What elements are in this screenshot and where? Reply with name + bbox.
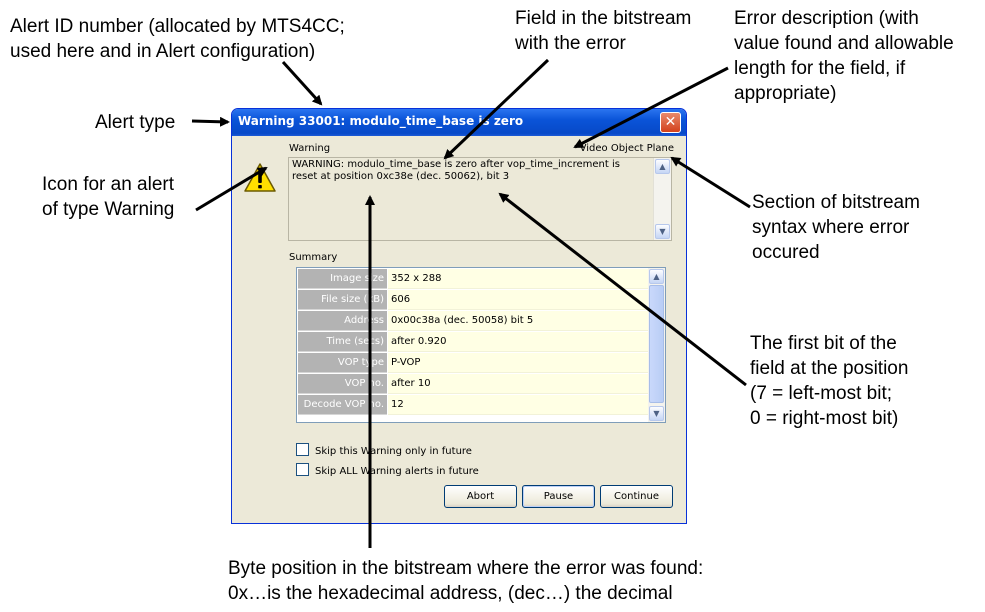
row-value: 352 x 288: [388, 269, 648, 289]
callout-byte-position: Byte position in the bitstream where the…: [228, 558, 704, 604]
pause-button[interactable]: Pause: [522, 485, 595, 508]
row-value: 606: [388, 290, 648, 310]
arrow-alert-id: [281, 60, 323, 106]
callout-alert-type: Alert type: [95, 112, 176, 133]
dialog-title: Warning 33001: modulo_time_base is zero: [238, 114, 524, 128]
table-row: VOP type P-VOP: [298, 353, 648, 374]
row-value: 12: [388, 395, 648, 415]
message-scrollbar[interactable]: ▲ ▼: [653, 158, 671, 240]
scrollbar-thumb[interactable]: [649, 285, 664, 403]
summary-table[interactable]: Image size 352 x 288 File size (kB) 606 …: [296, 267, 666, 423]
alert-type-label: Warning: [289, 143, 331, 154]
row-key: VOP type: [298, 353, 387, 373]
row-value: 0x00c38a (dec. 50058) bit 5: [388, 311, 648, 331]
warning-dialog: Warning 33001: modulo_time_base is zero …: [231, 108, 687, 524]
table-row: Address 0x00c38a (dec. 50058) bit 5: [298, 311, 648, 332]
table-row: Decode VOP no. 12: [298, 395, 648, 416]
callout-field: Field in the bitstream with the error: [515, 8, 692, 54]
skip-all-label: Skip ALL Warning alerts in future: [315, 466, 479, 477]
chevron-down-icon[interactable]: ▼: [649, 406, 664, 421]
continue-button[interactable]: Continue: [600, 485, 673, 508]
syntax-section-label: Video Object Plane: [579, 143, 674, 154]
checkbox-box[interactable]: [296, 443, 309, 456]
row-value: after 0.920: [388, 332, 648, 352]
checkbox-box[interactable]: [296, 463, 309, 476]
skip-this-checkbox[interactable]: Skip this Warning only in future: [296, 443, 472, 457]
summary-label: Summary: [289, 252, 338, 263]
warning-triangle-icon: [244, 163, 276, 192]
row-key: Address: [298, 311, 387, 331]
chevron-down-icon[interactable]: ▼: [655, 224, 670, 239]
row-key: Time (secs): [298, 332, 387, 352]
callout-alert-id: Alert ID number (allocated by MTS4CC; us…: [10, 16, 345, 62]
skip-this-label: Skip this Warning only in future: [315, 446, 472, 457]
chevron-up-icon[interactable]: ▲: [655, 159, 670, 174]
abort-button[interactable]: Abort: [444, 485, 517, 508]
row-key: VOP no.: [298, 374, 387, 394]
skip-all-checkbox[interactable]: Skip ALL Warning alerts in future: [296, 463, 479, 477]
row-key: Image size: [298, 269, 387, 289]
table-row: Time (secs) after 0.920: [298, 332, 648, 353]
error-message: WARNING: modulo_time_base is zero after …: [292, 159, 620, 182]
callout-first-bit: The first bit of the field at the positi…: [750, 333, 909, 429]
callout-warning-icon: Icon for an alert of type Warning: [42, 174, 175, 220]
row-value: after 10: [388, 374, 648, 394]
row-key: File size (kB): [298, 290, 387, 310]
title-bar[interactable]: Warning 33001: modulo_time_base is zero …: [232, 109, 686, 136]
table-row: Image size 352 x 288: [298, 269, 648, 290]
summary-scrollbar[interactable]: ▲ ▼: [648, 268, 665, 422]
table-row: File size (kB) 606: [298, 290, 648, 311]
close-icon[interactable]: ✕: [660, 112, 681, 133]
row-value: P-VOP: [388, 353, 648, 373]
table-row: VOP no. after 10: [298, 374, 648, 395]
row-key: Decode VOP no.: [298, 395, 387, 415]
callout-error-description: Error description (with value found and …: [734, 8, 954, 104]
chevron-up-icon[interactable]: ▲: [649, 269, 664, 284]
arrow-alert-type: [191, 116, 230, 127]
callout-section: Section of bitstream syntax where error …: [752, 192, 920, 263]
error-message-box[interactable]: WARNING: modulo_time_base is zero after …: [288, 157, 672, 241]
